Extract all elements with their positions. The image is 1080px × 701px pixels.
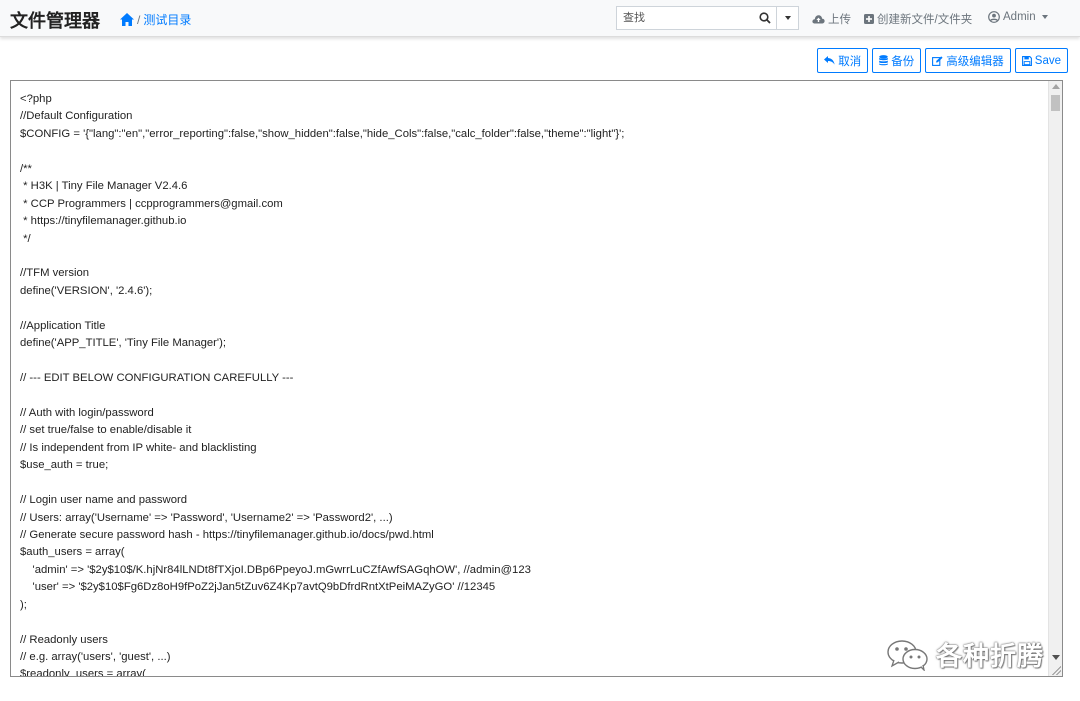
cancel-button[interactable]: 取消 [817,48,869,73]
code-line[interactable]: // Users: array('Username' => 'Password'… [20,510,1045,527]
caret-down-icon [784,16,791,20]
code-line[interactable]: $auth_users = array( [20,544,1045,561]
watermark-text: 各种折腾 [936,642,1045,672]
code-line[interactable]: // Auth with login/password [20,405,1045,422]
code-line[interactable] [20,614,1045,631]
code-line[interactable]: 'user' => '$2y$10$Fg6Dz8oH9fPoZ2jJan5tZu… [20,579,1045,596]
code-line[interactable]: $use_auth = true; [20,457,1045,474]
database-icon [879,55,889,66]
breadcrumb: / 测试目录 [120,11,191,28]
search-group [616,6,799,30]
user-circle-icon [988,11,1000,23]
code-line[interactable] [20,248,1045,265]
save-button[interactable]: Save [1014,48,1068,73]
create-label: 创建新文件/文件夹 [877,14,973,26]
code-line[interactable]: // --- EDIT BELOW CONFIGURATION CAREFULL… [20,370,1045,387]
vertical-scrollbar[interactable] [1048,81,1062,676]
scroll-thumb[interactable] [1051,95,1060,111]
code-editor[interactable]: <?php//Default Configuration $CONFIG = '{… [10,80,1063,677]
code-line[interactable]: * H3K | Tiny File Manager V2.4.6 [20,178,1045,195]
code-line[interactable]: //Application Title [20,318,1045,335]
code-line[interactable]: // Is independent from IP white- and bla… [20,440,1045,457]
code-line[interactable]: define('APP_TITLE', 'Tiny File Manager')… [20,335,1045,352]
code-line[interactable]: ); [20,597,1045,614]
reply-icon [824,56,835,65]
user-menu[interactable]: Admin [988,11,1048,23]
floppy-icon [1021,55,1032,66]
code-line[interactable]: //Default Configuration [20,108,1045,125]
code-content[interactable]: <?php//Default Configuration $CONFIG = '{… [20,91,1045,676]
plus-square-icon [864,14,874,24]
breadcrumb-separator: / [137,12,141,27]
home-icon[interactable] [120,13,134,26]
code-line[interactable] [20,475,1045,492]
wechat-icon [887,639,928,671]
code-line[interactable]: // set true/false to enable/disable it [20,422,1045,439]
code-line[interactable]: /** [20,161,1045,178]
backup-label: 备份 [891,55,915,68]
scroll-down-icon[interactable] [1052,655,1060,660]
code-line[interactable]: */ [20,231,1045,248]
breadcrumb-current[interactable]: 测试目录 [143,11,191,28]
code-line[interactable]: <?php [20,91,1045,108]
scroll-up-icon[interactable] [1052,84,1060,89]
advanced-editor-button[interactable]: 高级编辑器 [925,48,1011,73]
code-line[interactable]: define('VERSION', '2.4.6'); [20,283,1045,300]
save-label: Save [1034,54,1061,67]
top-navbar: 文件管理器 / 测试目录 上传 创建新文件/文件夹 [0,0,1080,37]
upload-label: 上传 [828,14,851,26]
code-line[interactable]: $CONFIG = '{"lang":"en","error_reporting… [20,126,1045,143]
search-icon[interactable] [754,6,776,30]
backup-button[interactable]: 备份 [872,48,922,73]
upload-link[interactable]: 上传 [812,11,851,27]
create-link[interactable]: 创建新文件/文件夹 [864,11,972,27]
advanced-editor-label: 高级编辑器 [946,55,1004,68]
cancel-label: 取消 [838,55,862,68]
user-label: Admin [1003,11,1036,23]
code-line[interactable] [20,300,1045,317]
edit-icon [932,55,943,66]
cloud-upload-icon [812,15,825,24]
editor-toolbar: 取消 备份 高级编辑器 Save [817,48,1068,73]
code-line[interactable] [20,353,1045,370]
code-line[interactable]: //TFM version [20,265,1045,282]
code-line[interactable]: // Generate secure password hash - https… [20,527,1045,544]
watermark: 各种折腾 [886,636,1044,673]
app-title[interactable]: 文件管理器 [10,7,100,33]
code-line[interactable]: // Login user name and password [20,492,1045,509]
code-line[interactable]: * https://tinyfilemanager.github.io [20,213,1045,230]
caret-down-icon [1041,15,1048,19]
code-line[interactable]: 'admin' => '$2y$10$/K.hjNr84lLNDt8fTXjoI… [20,562,1045,579]
code-line[interactable]: * CCP Programmers | ccpprogrammers@gmail… [20,196,1045,213]
code-line[interactable] [20,143,1045,160]
search-input[interactable] [616,6,776,30]
code-line[interactable] [20,387,1045,404]
resize-grip-icon[interactable] [1051,665,1061,675]
search-dropdown-button[interactable] [776,6,799,30]
